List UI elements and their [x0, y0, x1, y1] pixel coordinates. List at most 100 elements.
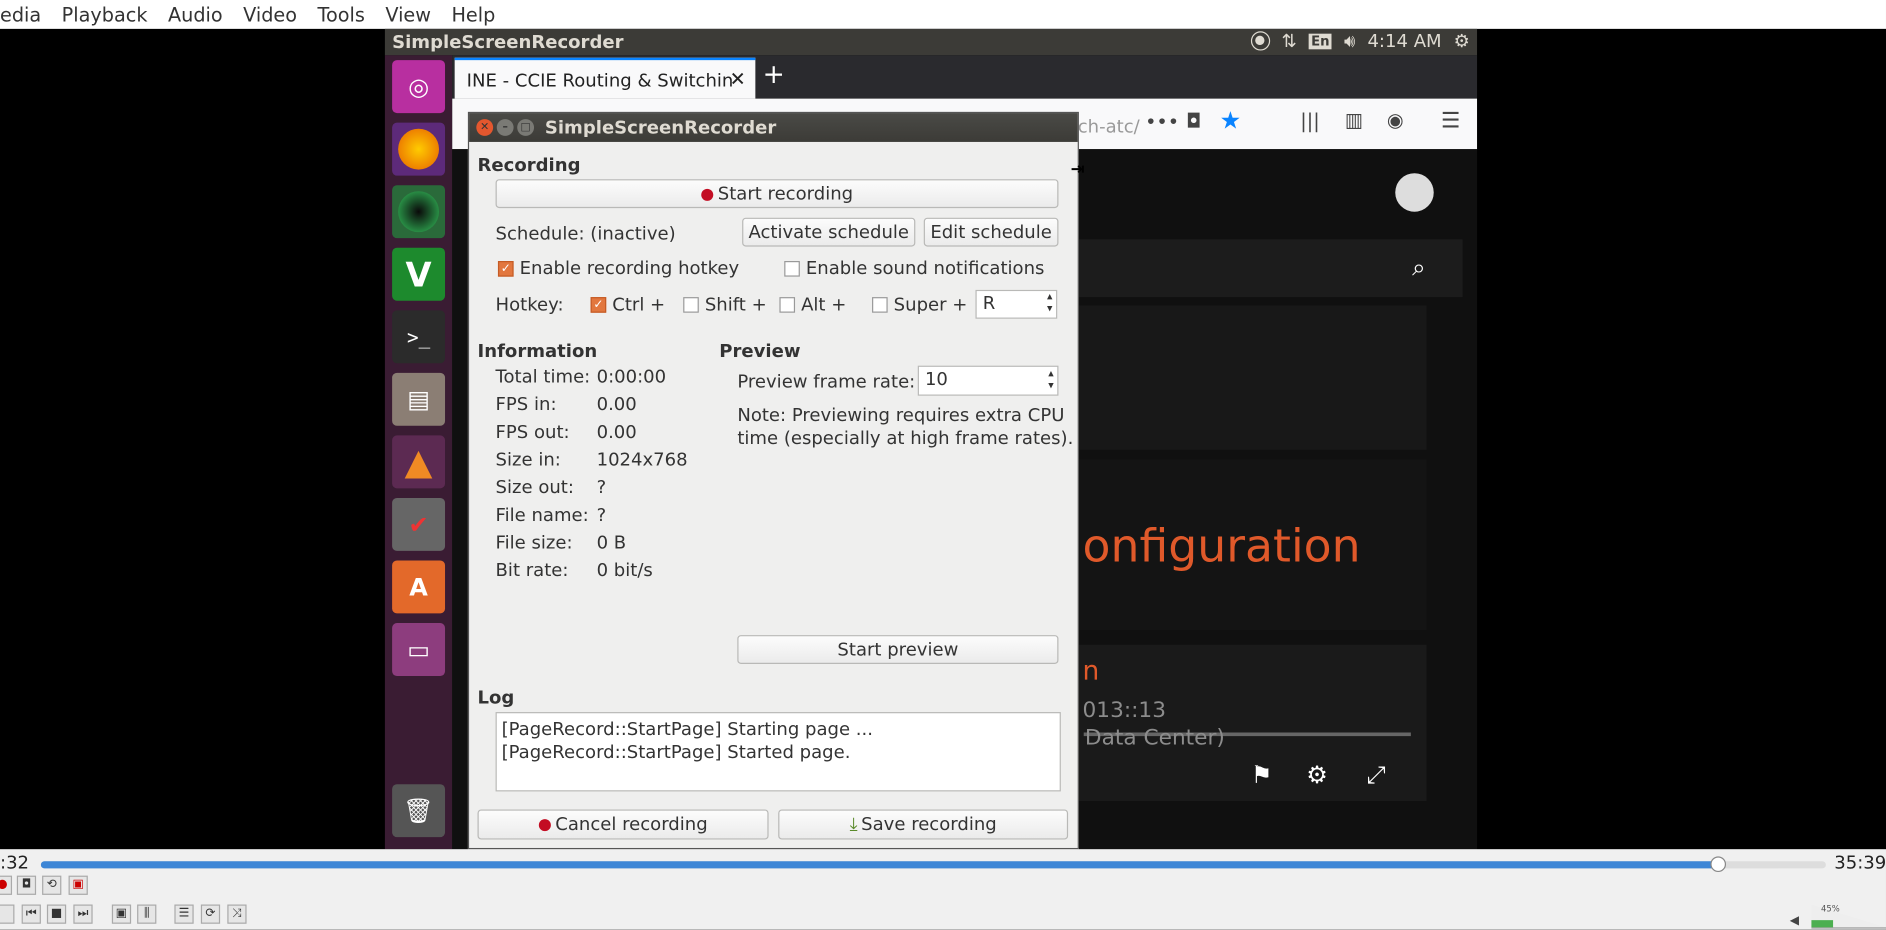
maximize-icon[interactable]: □	[517, 119, 535, 136]
search-check-icon[interactable]: ✔	[392, 497, 446, 551]
log-line: [PageRecord::StartPage] Started page.	[501, 740, 851, 763]
fullscreen-icon[interactable]: ⤢	[1366, 760, 1385, 789]
activate-schedule-button[interactable]: Activate schedule	[742, 217, 916, 247]
volume-icon[interactable]: 🔊︎	[1344, 30, 1355, 52]
menu-playback[interactable]: Playback	[62, 3, 148, 26]
log-textarea[interactable]: [PageRecord::StartPage] Starting page ..…	[495, 712, 1061, 792]
close-icon[interactable]: ✕	[730, 67, 746, 90]
total-time[interactable]: 35:39	[1834, 852, 1886, 874]
ssr-titlebar[interactable]: ✕ – □ SimpleScreenRecorder	[469, 113, 1078, 142]
ctrl-checkbox[interactable]: ✓ Ctrl +	[590, 293, 665, 315]
info-value: 0.00	[596, 420, 637, 443]
clock[interactable]: 4:14 AM	[1367, 30, 1441, 52]
info-key: Size out:	[495, 476, 574, 498]
speaker-icon[interactable]: ◀	[1790, 914, 1799, 927]
menu-audio[interactable]: Audio	[168, 3, 223, 26]
shift-label: Shift +	[704, 293, 767, 316]
previous-icon[interactable]: ⏮	[21, 904, 41, 924]
ubuntu-dash-icon[interactable]: ◎	[392, 60, 446, 114]
start-recording-label: Start recording	[717, 182, 854, 205]
indicator-icon[interactable]: ●	[1250, 31, 1270, 51]
account-icon[interactable]: ◉	[1387, 108, 1404, 131]
menu-view[interactable]: View	[385, 3, 431, 26]
tab-title: INE - CCIE Routing & Switchin	[466, 69, 734, 92]
spinner-arrows-icon[interactable]: ▴ ▾	[1048, 368, 1053, 392]
loop-ab-icon[interactable]: ⟲	[42, 875, 62, 895]
enable-hotkey-checkbox[interactable]: ✓ Enable recording hotkey	[497, 257, 740, 280]
terminal-icon[interactable]: >_	[392, 310, 446, 364]
hotkey-label: Hotkey:	[495, 293, 564, 316]
record-icon	[700, 188, 713, 201]
info-key: FPS in:	[495, 393, 557, 415]
avatar[interactable]	[1395, 173, 1434, 212]
video-subtitle: Data Center)	[1084, 725, 1225, 751]
vim-icon[interactable]: V	[392, 247, 446, 301]
alt-checkbox[interactable]: Alt +	[779, 293, 846, 315]
shift-checkbox[interactable]: Shift +	[683, 293, 767, 315]
workspace-icon[interactable]: ▭	[392, 623, 446, 676]
gear-icon[interactable]: ⚙	[1454, 30, 1470, 52]
url-fragment[interactable]: ch-atc/	[1078, 115, 1140, 137]
enable-hotkey-label: Enable recording hotkey	[519, 257, 740, 280]
playlist-icon[interactable]: ☰	[174, 904, 194, 924]
snapshot-icon[interactable]: ◘	[16, 875, 37, 895]
next-icon[interactable]: ⏭	[73, 904, 93, 924]
bookmark-icon[interactable]: ⚑	[1251, 760, 1273, 789]
frame-step-icon[interactable]: ▣	[68, 875, 88, 895]
seek-bar[interactable]	[40, 856, 1826, 873]
start-recording-button[interactable]: Start recording	[495, 179, 1059, 209]
bookmark-star-icon[interactable]: ★	[1220, 106, 1242, 135]
cancel-recording-button[interactable]: Cancel recording	[477, 809, 769, 840]
software-center-icon[interactable]: A	[392, 560, 446, 614]
preview-rate-spinbox[interactable]: 10 ▴ ▾	[917, 365, 1059, 396]
search-icon[interactable]: ⌕	[1412, 253, 1425, 282]
edit-schedule-button[interactable]: Edit schedule	[923, 217, 1059, 247]
seek-handle[interactable]	[1710, 856, 1727, 873]
extended-settings-icon[interactable]: ⫼	[137, 904, 157, 924]
shuffle-icon[interactable]: ⤨	[227, 904, 247, 924]
more-icon[interactable]: •••	[1145, 111, 1179, 134]
new-tab-button[interactable]: +	[763, 60, 785, 90]
settings-icon[interactable]: ⚙	[1306, 760, 1328, 789]
course-link[interactable]: n	[1083, 657, 1100, 687]
preview-rate-label: Preview frame rate:	[737, 370, 916, 393]
loop-icon[interactable]: ⟳	[200, 904, 221, 924]
info-value: ?	[596, 503, 607, 526]
menu-tools[interactable]: Tools	[317, 3, 364, 26]
library-icon[interactable]: |||	[1300, 109, 1319, 132]
stop-icon[interactable]: ■	[46, 904, 67, 924]
site-header-bar	[1077, 239, 1463, 298]
minimize-icon[interactable]: –	[496, 119, 514, 136]
super-checkbox[interactable]: Super +	[872, 293, 967, 315]
menu-video[interactable]: Video	[243, 3, 297, 26]
info-value: 0 B	[596, 531, 627, 554]
enable-sound-checkbox[interactable]: Enable sound notifications	[784, 257, 1044, 279]
hamburger-menu-icon[interactable]: ☰	[1441, 108, 1460, 133]
hotkey-key-value: R	[982, 292, 996, 314]
browser-tab[interactable]: INE - CCIE Routing & Switchin ✕	[454, 57, 756, 99]
files-icon[interactable]: ▤	[392, 372, 446, 426]
hotkey-key-select[interactable]: R ▴ ▾	[975, 289, 1058, 319]
unity-launcher: ◎ V >_ ▤ ▲ ✔ A ▭ 🗑︎	[384, 55, 453, 850]
fullscreen-icon[interactable]: ▣	[111, 904, 132, 924]
firefox-icon[interactable]	[392, 122, 446, 176]
record-icon[interactable]: ●	[0, 875, 13, 895]
vlc-icon[interactable]: ▲	[392, 435, 446, 489]
menu-help[interactable]: Help	[451, 3, 495, 26]
elapsed-time[interactable]: :32	[0, 852, 29, 874]
keyboard-layout-indicator[interactable]: En	[1308, 33, 1333, 49]
network-icon[interactable]: ⇅	[1282, 30, 1297, 52]
start-preview-button[interactable]: Start preview	[737, 635, 1059, 664]
save-recording-button[interactable]: ⤓ Save recording	[778, 809, 1069, 840]
sidebar-icon[interactable]: ▥	[1345, 108, 1363, 131]
trash-icon[interactable]: 🗑︎	[392, 784, 446, 838]
menu-media[interactable]: edia	[0, 3, 41, 26]
close-icon[interactable]: ✕	[476, 119, 494, 136]
vlc-controls: :32 35:39 ● ◘ ⟲ ▣ ⏮ ■ ⏭ ▣ ⫼ ☰ ⟳ ⤨ ◀ 45%	[0, 849, 1886, 930]
webcam-icon[interactable]	[392, 185, 446, 239]
info-row: Size out:?	[496, 476, 725, 504]
info-value: 1024x768	[596, 448, 688, 471]
play-icon[interactable]	[0, 904, 15, 924]
pocket-icon[interactable]: ◘	[1186, 109, 1201, 132]
volume-percent: 45%	[1821, 904, 1840, 915]
